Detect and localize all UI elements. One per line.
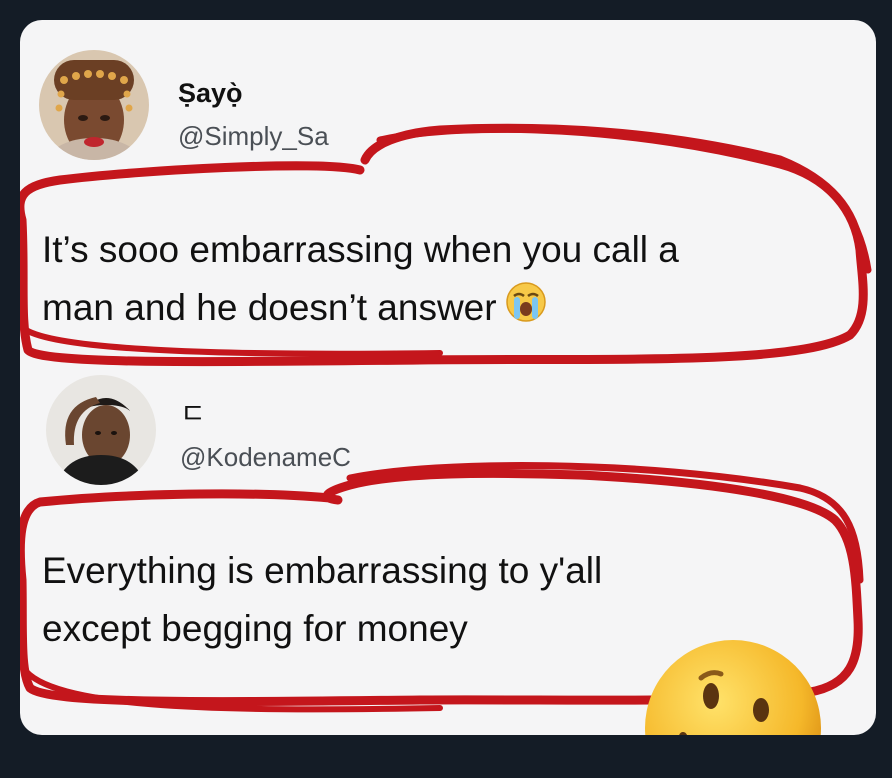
tweet-1-handle[interactable]: @Simply_Sa [178,121,329,152]
tweet-2-text: Everything is embarrassing to y'all exce… [42,542,602,658]
meme-card: Ṣayọ̀ @Simply_Sa It’s sooo embarrassing … [20,20,876,735]
smirking-face-icon [643,638,823,735]
tweet-2-text-line-2: except begging for money [42,608,468,649]
tweet-2-handle[interactable]: @KodenameC [180,442,351,473]
tweet-2-name[interactable]: ㄷ [180,392,206,432]
loudly-crying-face-icon [505,281,547,340]
tweet-1-text-line-2: man and he doesn’t answer [42,279,679,340]
tweet-1-text: It’s sooo embarrassing when you call a m… [42,221,679,340]
tweet-2-text-line-1: Everything is embarrassing to y'all [42,550,603,591]
avatar-kodename[interactable] [46,375,156,485]
tweet-1-text-line-1: It’s sooo embarrassing when you call a [42,229,679,270]
tweet-1-name[interactable]: Ṣayọ̀ [178,78,243,109]
tweet-1-text-line-2-content: man and he doesn’t answer [42,287,497,328]
avatar-sayo[interactable] [39,50,149,160]
